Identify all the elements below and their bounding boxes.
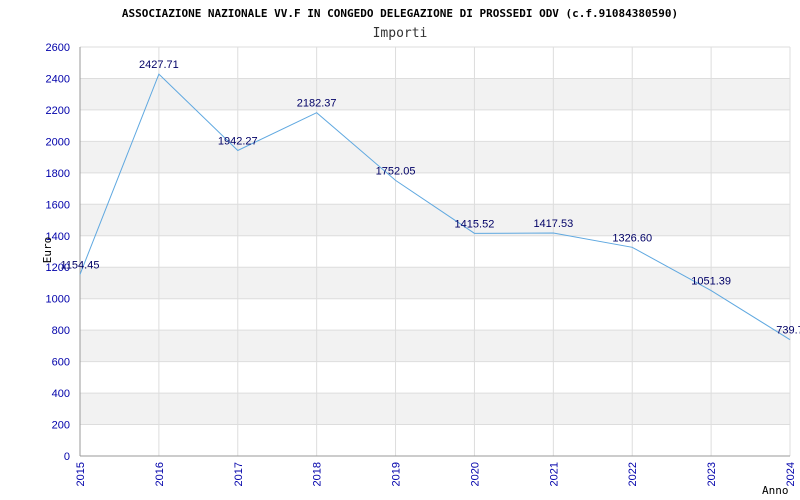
y-tick-label: 600: [52, 357, 70, 369]
x-tick-label: 2019: [391, 462, 403, 486]
y-tick-label: 0: [64, 451, 70, 463]
data-label: 1942.27: [218, 135, 258, 147]
x-tick-label: 2016: [154, 462, 166, 486]
y-tick-label: 1800: [46, 168, 70, 180]
grid-band: [80, 141, 790, 173]
x-tick-label: 2021: [548, 462, 560, 486]
line-chart: 0200400600800100012001400160018002000220…: [41, 7, 800, 497]
grid-band: [80, 267, 790, 299]
grid-band: [80, 393, 790, 425]
y-tick-label: 2400: [46, 73, 70, 85]
x-tick-label: 2015: [75, 462, 87, 486]
data-label: 1051.39: [691, 276, 731, 288]
y-tick-label: 1600: [46, 199, 70, 211]
chart-title: ASSOCIAZIONE NAZIONALE VV.F IN CONGEDO D…: [122, 7, 678, 20]
grid-band: [80, 330, 790, 362]
x-tick-label: 2024: [785, 462, 797, 486]
data-label: 1154.45: [61, 259, 100, 271]
grid-band: [80, 204, 790, 236]
y-tick-label: 400: [52, 388, 70, 400]
x-tick-label: 2018: [312, 462, 324, 486]
data-label: 739.7: [776, 325, 800, 337]
x-tick-label: 2022: [627, 462, 639, 486]
y-axis-label: Euro: [41, 237, 54, 264]
data-label: 1752.05: [376, 165, 416, 177]
y-tick-label: 200: [52, 420, 70, 432]
x-tick-label: 2023: [706, 462, 718, 486]
data-label: 1415.52: [455, 218, 495, 230]
y-tick-label: 1000: [46, 294, 70, 306]
data-label: 2182.37: [297, 98, 337, 110]
x-tick-label: 2017: [233, 462, 245, 486]
y-tick-label: 2200: [46, 105, 70, 117]
data-label: 2427.71: [139, 59, 179, 71]
data-label: 1326.60: [612, 232, 652, 244]
data-label: 1417.53: [533, 218, 573, 230]
background-bands: [80, 78, 790, 425]
y-tick-label: 2600: [46, 42, 70, 54]
chart-subtitle: Importi: [373, 26, 428, 41]
y-tick-label: 2000: [46, 136, 70, 148]
y-tick-label: 800: [52, 325, 70, 337]
x-axis-label: Anno: [762, 484, 789, 497]
x-tick-labels: 2015 2016 2017 2018 2019 2020 2021 2022 2023 2024: [75, 462, 797, 486]
x-tick-label: 2020: [469, 462, 481, 486]
grid-band: [80, 78, 790, 110]
